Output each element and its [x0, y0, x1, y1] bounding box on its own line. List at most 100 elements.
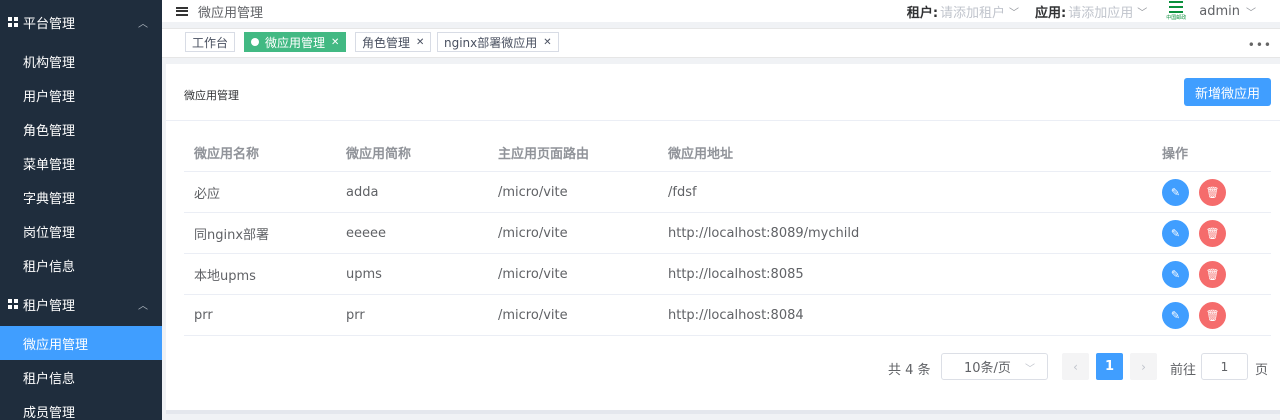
table-row: 同nginx部署 eeeee /micro/vite http://localh… — [184, 213, 1271, 254]
sidebar-item-label: 菜单管理 — [23, 157, 76, 173]
total-count: 共 4 条 — [888, 363, 931, 378]
sidebar: 平台管理 ︿ 机构管理 用户管理 角色管理 菜单管理 字典管理 岗位管理 租户信… — [0, 0, 162, 420]
table-cell: /micro/vite — [498, 184, 568, 200]
micro-app-table: 微应用名称 微应用简称 主应用页面路由 微应用地址 操作 必应 adda /mi… — [184, 134, 1271, 336]
tag-label: nginx部署微应用 — [444, 35, 538, 50]
close-icon[interactable]: ✕ — [543, 37, 551, 48]
delete-icon[interactable]: 🗑 — [1199, 220, 1226, 247]
page-size-value: 10条/页 — [964, 361, 1011, 376]
next-page-button[interactable]: › — [1130, 353, 1157, 380]
sidebar-group-label: 平台管理 — [23, 16, 76, 32]
china-post-logo: 中国邮政 — [1163, 1, 1189, 21]
table-cell: http://localhost:8084 — [668, 307, 804, 323]
table-header: 微应用名称 微应用简称 主应用页面路由 微应用地址 操作 — [184, 134, 1271, 172]
table-cell: adda — [346, 184, 379, 200]
edit-icon[interactable]: ✎ — [1162, 179, 1189, 206]
app-label: 应用: — [1035, 5, 1067, 21]
card-title: 微应用管理 — [184, 89, 239, 102]
chevron-up-icon: ︿ — [138, 301, 148, 312]
close-icon[interactable]: ✕ — [416, 37, 424, 48]
chevron-down-icon[interactable]: ﹀ — [1009, 4, 1019, 19]
table-cell: prr — [346, 307, 365, 323]
tag-label: 微应用管理 — [265, 35, 326, 50]
table-row: prr prr /micro/vite http://localhost:808… — [184, 295, 1271, 336]
close-icon[interactable]: ✕ — [331, 37, 339, 48]
edit-icon[interactable]: ✎ — [1162, 220, 1189, 247]
sidebar-item-label: 租户信息 — [23, 371, 76, 387]
table-cell: /micro/vite — [498, 307, 568, 323]
chevron-down-icon[interactable]: ﹀ — [1246, 4, 1256, 19]
chevron-up-icon: ︿ — [138, 19, 148, 30]
sidebar-group-tenant[interactable]: 租户管理 ︿ — [0, 282, 162, 326]
chevron-down-icon: ﹀ — [1025, 364, 1035, 375]
table-cell: /fdsf — [668, 184, 697, 200]
goto-label: 前往 — [1170, 363, 1197, 378]
card-header: 微应用管理 新增微应用 — [166, 64, 1280, 121]
sidebar-item-label: 成员管理 — [23, 405, 76, 420]
tag-workbench[interactable]: 工作台 — [185, 32, 236, 52]
delete-icon[interactable]: 🗑 — [1199, 261, 1226, 288]
page-size-select[interactable]: 10条/页 ﹀ — [941, 353, 1048, 380]
tenant-select[interactable]: 请添加租户 — [940, 2, 1005, 21]
chevron-down-icon[interactable]: ﹀ — [1137, 4, 1147, 19]
edit-icon[interactable]: ✎ — [1162, 261, 1189, 288]
sidebar-item-label: 角色管理 — [23, 123, 76, 139]
goto-page-input[interactable] — [1201, 353, 1248, 380]
page-number-current[interactable]: 1 — [1096, 353, 1123, 380]
tag-label: 工作台 — [192, 35, 229, 50]
tag-micro-apps[interactable]: 微应用管理 ✕ — [244, 32, 347, 52]
add-micro-app-button[interactable]: 新增微应用 — [1184, 78, 1271, 106]
column-header: 微应用简称 — [346, 147, 412, 162]
sidebar-item-label: 微应用管理 — [23, 337, 89, 353]
delete-icon[interactable]: 🗑 — [1199, 302, 1226, 329]
tags-view: 工作台 微应用管理 ✕ 角色管理 ✕ nginx部署微应用 ✕ ••• — [162, 28, 1280, 58]
sidebar-item-tenant-info-2[interactable]: 租户信息 — [0, 360, 162, 394]
edit-icon[interactable]: ✎ — [1162, 302, 1189, 329]
breadcrumb: 微应用管理 — [198, 5, 264, 21]
table-cell: prr — [194, 307, 213, 323]
sidebar-item-label: 租户信息 — [23, 259, 76, 275]
sidebar-item-posts[interactable]: 岗位管理 — [0, 214, 162, 248]
hamburger-icon[interactable] — [176, 6, 188, 16]
prev-page-button[interactable]: ‹ — [1062, 353, 1089, 380]
table-cell: 必应 — [194, 186, 221, 202]
sidebar-item-tenant-info[interactable]: 租户信息 — [0, 248, 162, 282]
table-cell: upms — [346, 266, 382, 282]
sidebar-item-org[interactable]: 机构管理 — [0, 44, 162, 78]
tag-label: 角色管理 — [362, 35, 411, 50]
table-cell: /micro/vite — [498, 266, 568, 282]
sidebar-item-micro-apps[interactable]: 微应用管理 — [0, 326, 162, 360]
delete-icon[interactable]: 🗑 — [1199, 179, 1226, 206]
tag-roles[interactable]: 角色管理 ✕ — [355, 32, 432, 52]
table-cell: http://localhost:8089/mychild — [668, 225, 860, 241]
table-row: 本地upms upms /micro/vite http://localhost… — [184, 254, 1271, 295]
tag-nginx-deploy[interactable]: nginx部署微应用 ✕ — [437, 32, 559, 52]
sidebar-item-members[interactable]: 成员管理 — [0, 394, 162, 420]
grid-icon — [8, 299, 18, 309]
sidebar-item-label: 岗位管理 — [23, 225, 76, 241]
sidebar-group-label: 租户管理 — [23, 298, 76, 314]
sidebar-item-dict[interactable]: 字典管理 — [0, 180, 162, 214]
table-cell: eeeee — [346, 225, 386, 241]
table-cell: http://localhost:8085 — [668, 266, 804, 282]
tenant-label: 租户: — [906, 5, 939, 21]
pagination: 共 4 条 10条/页 ﹀ ‹ 1 › 前往 页 — [166, 353, 1280, 381]
sidebar-item-label: 字典管理 — [23, 191, 76, 207]
app-select[interactable]: 请添加应用 — [1068, 2, 1133, 21]
page-unit-label: 页 — [1255, 363, 1269, 378]
table-cell: 同nginx部署 — [194, 227, 270, 243]
sidebar-item-users[interactable]: 用户管理 — [0, 78, 162, 112]
active-dot-icon — [251, 38, 259, 46]
user-menu[interactable]: admin — [1199, 4, 1240, 19]
table-cell: /micro/vite — [498, 225, 568, 241]
sidebar-item-roles[interactable]: 角色管理 — [0, 112, 162, 146]
more-icon[interactable]: ••• — [1248, 38, 1272, 52]
main-card: 微应用管理 新增微应用 微应用名称 微应用简称 主应用页面路由 微应用地址 操作… — [166, 64, 1280, 414]
sidebar-item-label: 用户管理 — [23, 89, 76, 105]
sidebar-item-menus[interactable]: 菜单管理 — [0, 146, 162, 180]
table-cell: 本地upms — [194, 268, 256, 284]
sidebar-group-platform[interactable]: 平台管理 ︿ — [0, 0, 162, 44]
column-header: 微应用地址 — [668, 147, 734, 162]
table-row: 必应 adda /micro/vite /fdsf ✎ 🗑 — [184, 172, 1271, 213]
sidebar-item-label: 机构管理 — [23, 55, 76, 71]
